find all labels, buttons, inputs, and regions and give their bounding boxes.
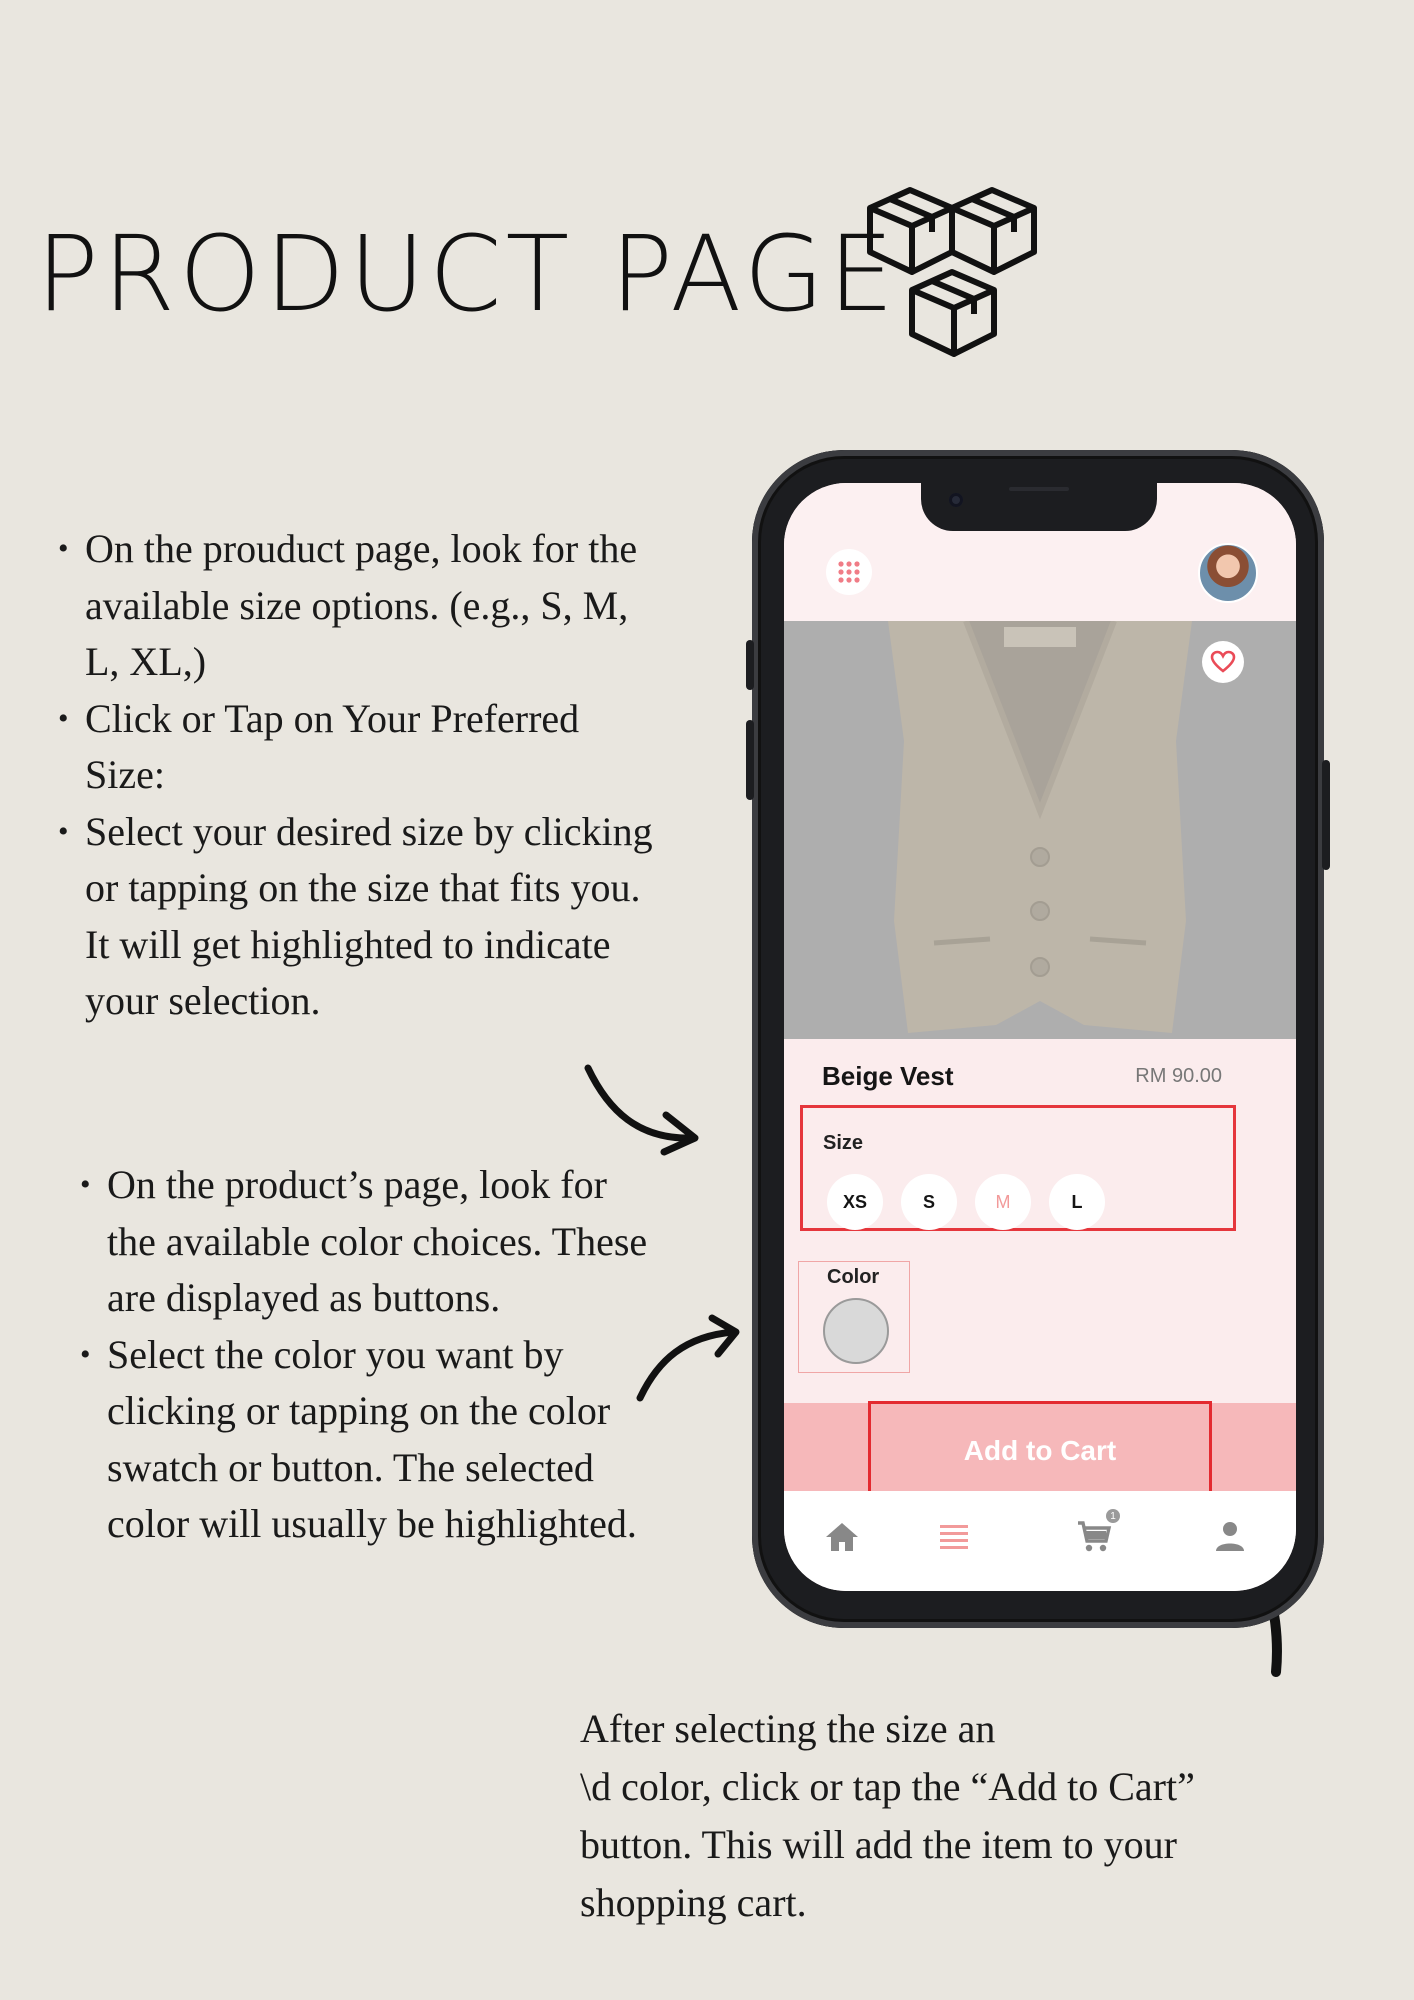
volume-button bbox=[746, 720, 754, 800]
volume-button bbox=[746, 640, 754, 690]
bottom-tab-bar: 1 bbox=[784, 1491, 1296, 1591]
tab-cart[interactable]: 1 bbox=[1072, 1509, 1120, 1559]
tab-profile[interactable] bbox=[1208, 1515, 1252, 1559]
avatar[interactable] bbox=[1198, 543, 1258, 603]
grid-icon bbox=[838, 561, 860, 583]
size-option-s[interactable]: S bbox=[901, 1174, 957, 1230]
camera-icon bbox=[949, 493, 963, 507]
arrow-to-color-icon bbox=[636, 1314, 740, 1402]
size-instructions: On the prouduct page, look for the avail… bbox=[38, 521, 658, 1030]
list-item: On the prouduct page, look for the avail… bbox=[38, 521, 658, 691]
arrow-to-size-icon bbox=[584, 1064, 699, 1156]
text-line: After selecting the size an bbox=[580, 1706, 996, 1751]
grid-menu-button[interactable] bbox=[826, 549, 872, 595]
product-price: RM 90.00 bbox=[1135, 1065, 1222, 1087]
list-item: Select your desired size by clicking or … bbox=[38, 804, 658, 1030]
profile-icon bbox=[1216, 1522, 1244, 1551]
product-name: Beige Vest bbox=[822, 1061, 954, 1091]
text-line: button. This will add the item to your bbox=[580, 1822, 1177, 1867]
tab-home[interactable] bbox=[820, 1515, 864, 1559]
text-line: \d color, click or tap the “Add to Cart” bbox=[580, 1764, 1195, 1809]
list-item: Select the color you want by clicking or… bbox=[60, 1327, 660, 1553]
favorite-button[interactable] bbox=[1202, 641, 1244, 683]
heart-icon bbox=[1210, 650, 1236, 673]
product-image bbox=[784, 619, 1296, 1039]
speaker bbox=[1009, 487, 1069, 491]
add-to-cart-instructions: After selecting the size an \d color, cl… bbox=[580, 1700, 1300, 1932]
phone-screen: Beige Vest RM 90.00 Size XS S M L Color … bbox=[784, 483, 1296, 1591]
list-icon bbox=[940, 1525, 968, 1549]
add-to-cart-button[interactable]: Add to Cart bbox=[868, 1401, 1212, 1501]
color-swatch[interactable] bbox=[823, 1298, 889, 1364]
size-selector: Size XS S M L bbox=[800, 1105, 1236, 1231]
tab-list[interactable] bbox=[932, 1515, 976, 1559]
phone-mockup: Beige Vest RM 90.00 Size XS S M L Color … bbox=[746, 450, 1330, 1628]
size-options: XS S M L bbox=[827, 1174, 1105, 1230]
color-selector: Color bbox=[798, 1261, 910, 1373]
notch bbox=[921, 483, 1157, 531]
vest-image bbox=[888, 619, 1192, 1033]
list-item: Click or Tap on Your Preferred Size: bbox=[38, 691, 658, 804]
text-line: shopping cart. bbox=[580, 1880, 807, 1925]
size-option-m[interactable]: M bbox=[975, 1174, 1031, 1230]
color-label: Color bbox=[827, 1266, 880, 1288]
list-item: On the product’s page, look for the avai… bbox=[60, 1157, 660, 1327]
size-option-l[interactable]: L bbox=[1049, 1174, 1105, 1230]
size-option-xs[interactable]: XS bbox=[827, 1174, 883, 1230]
page-title: PRODUCT PAGE bbox=[36, 213, 898, 335]
color-instructions: On the product’s page, look for the avai… bbox=[60, 1157, 660, 1553]
size-label: Size bbox=[823, 1132, 864, 1154]
cart-badge: 1 bbox=[1106, 1509, 1120, 1523]
boxes-icon bbox=[867, 187, 1037, 357]
home-icon bbox=[826, 1523, 858, 1551]
power-button bbox=[1322, 760, 1330, 870]
cart-bar: Add to Cart bbox=[784, 1401, 1296, 1501]
